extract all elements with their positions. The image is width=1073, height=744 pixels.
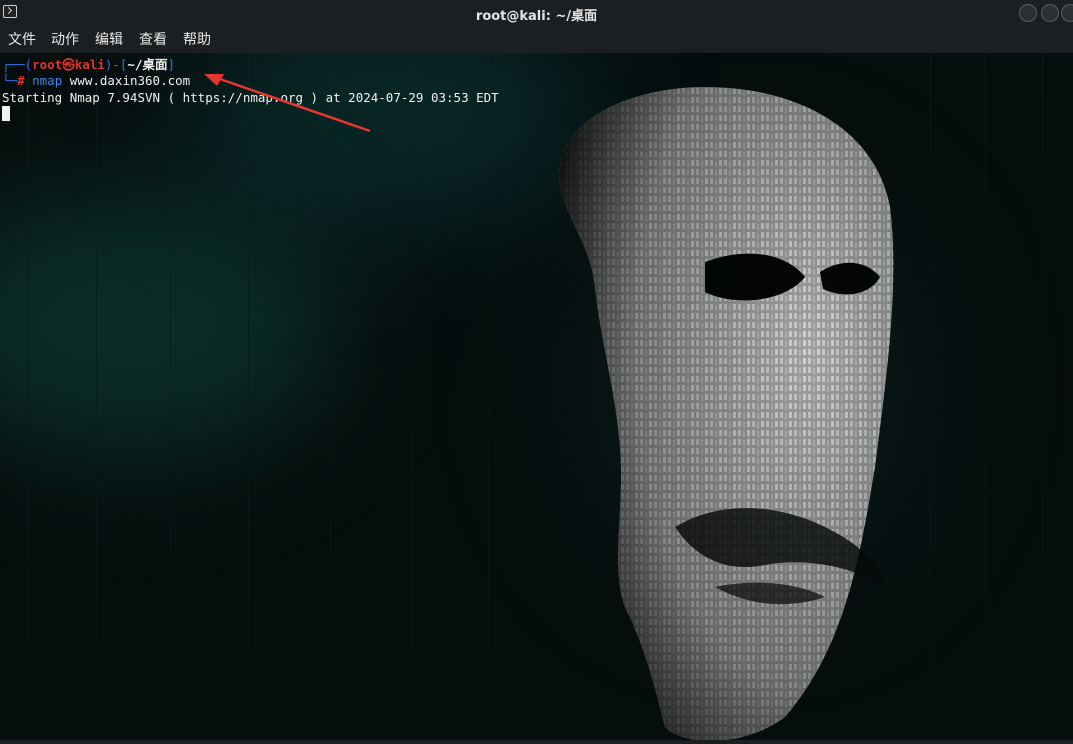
menu-edit[interactable]: 编辑	[95, 31, 123, 49]
window-title: root@kali: ~/桌面	[475, 9, 598, 24]
maximize-button[interactable]	[1041, 4, 1059, 22]
window-bottom-edge	[0, 740, 1073, 744]
minimize-button[interactable]	[1019, 4, 1037, 22]
red-arrow-icon	[204, 74, 371, 133]
close-button[interactable]	[1061, 4, 1073, 22]
menu-help[interactable]: 帮助	[183, 31, 211, 49]
menu-bar: 文件 动作 编辑 查看 帮助	[0, 27, 1073, 53]
menu-view[interactable]: 查看	[139, 31, 167, 49]
title-bar: root@kali: ~/桌面	[0, 0, 1073, 27]
menu-actions[interactable]: 动作	[51, 31, 79, 49]
terminal-area[interactable]: ┌──(root㉿kali)-[~/桌面] └─# nmap www.daxin…	[0, 53, 1073, 740]
menu-file[interactable]: 文件	[8, 31, 36, 49]
